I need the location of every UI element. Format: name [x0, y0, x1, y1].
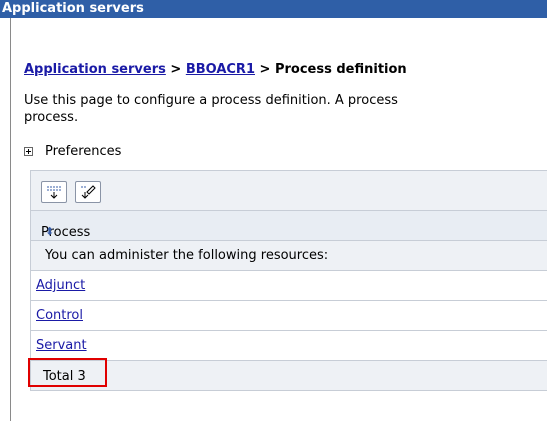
breadcrumb: Application servers > BBOACR1 > Process …	[24, 62, 407, 77]
preferences-label: Preferences	[45, 144, 122, 159]
breadcrumb-separator: >	[255, 62, 275, 77]
table-info-row: You can administer the following resourc…	[30, 241, 547, 271]
preferences-toggle[interactable]: Preferences	[24, 144, 121, 159]
description-line-1: Use this page to configure a process def…	[24, 93, 398, 108]
breadcrumb-current: Process definition	[274, 62, 407, 77]
select-all-button[interactable]	[41, 181, 67, 203]
process-link-servant[interactable]: Servant	[36, 338, 87, 353]
breadcrumb-link-application-servers[interactable]: Application servers	[24, 62, 166, 77]
table-header-process-type[interactable]: Process type⬍	[30, 211, 547, 255]
window-titlebar: Application servers	[0, 0, 547, 18]
table-row: Servant	[30, 331, 547, 361]
expand-plus-icon[interactable]	[24, 147, 33, 156]
table-row: Adjunct	[30, 271, 547, 301]
description-line-2: process.	[24, 110, 79, 125]
window-title: Application servers	[2, 1, 144, 16]
table-toolbar	[30, 170, 547, 211]
deselect-all-button[interactable]	[75, 181, 101, 203]
deselect-all-icon	[81, 185, 96, 199]
sort-icon[interactable]: ⬍	[45, 225, 54, 238]
process-link-adjunct[interactable]: Adjunct	[36, 278, 85, 293]
table-row: Control	[30, 301, 547, 331]
resource-table: Process type⬍ You can administer the fol…	[30, 170, 547, 391]
page-description: Use this page to configure a process def…	[24, 92, 544, 126]
breadcrumb-link-bboacr1[interactable]: BBOACR1	[186, 62, 255, 77]
servant-highlight-box	[28, 358, 107, 387]
process-link-control[interactable]: Control	[36, 308, 83, 323]
info-text: You can administer the following resourc…	[45, 248, 329, 263]
select-all-icon	[47, 186, 61, 199]
table-total-row: Total 3	[30, 361, 547, 391]
breadcrumb-separator: >	[165, 62, 186, 77]
